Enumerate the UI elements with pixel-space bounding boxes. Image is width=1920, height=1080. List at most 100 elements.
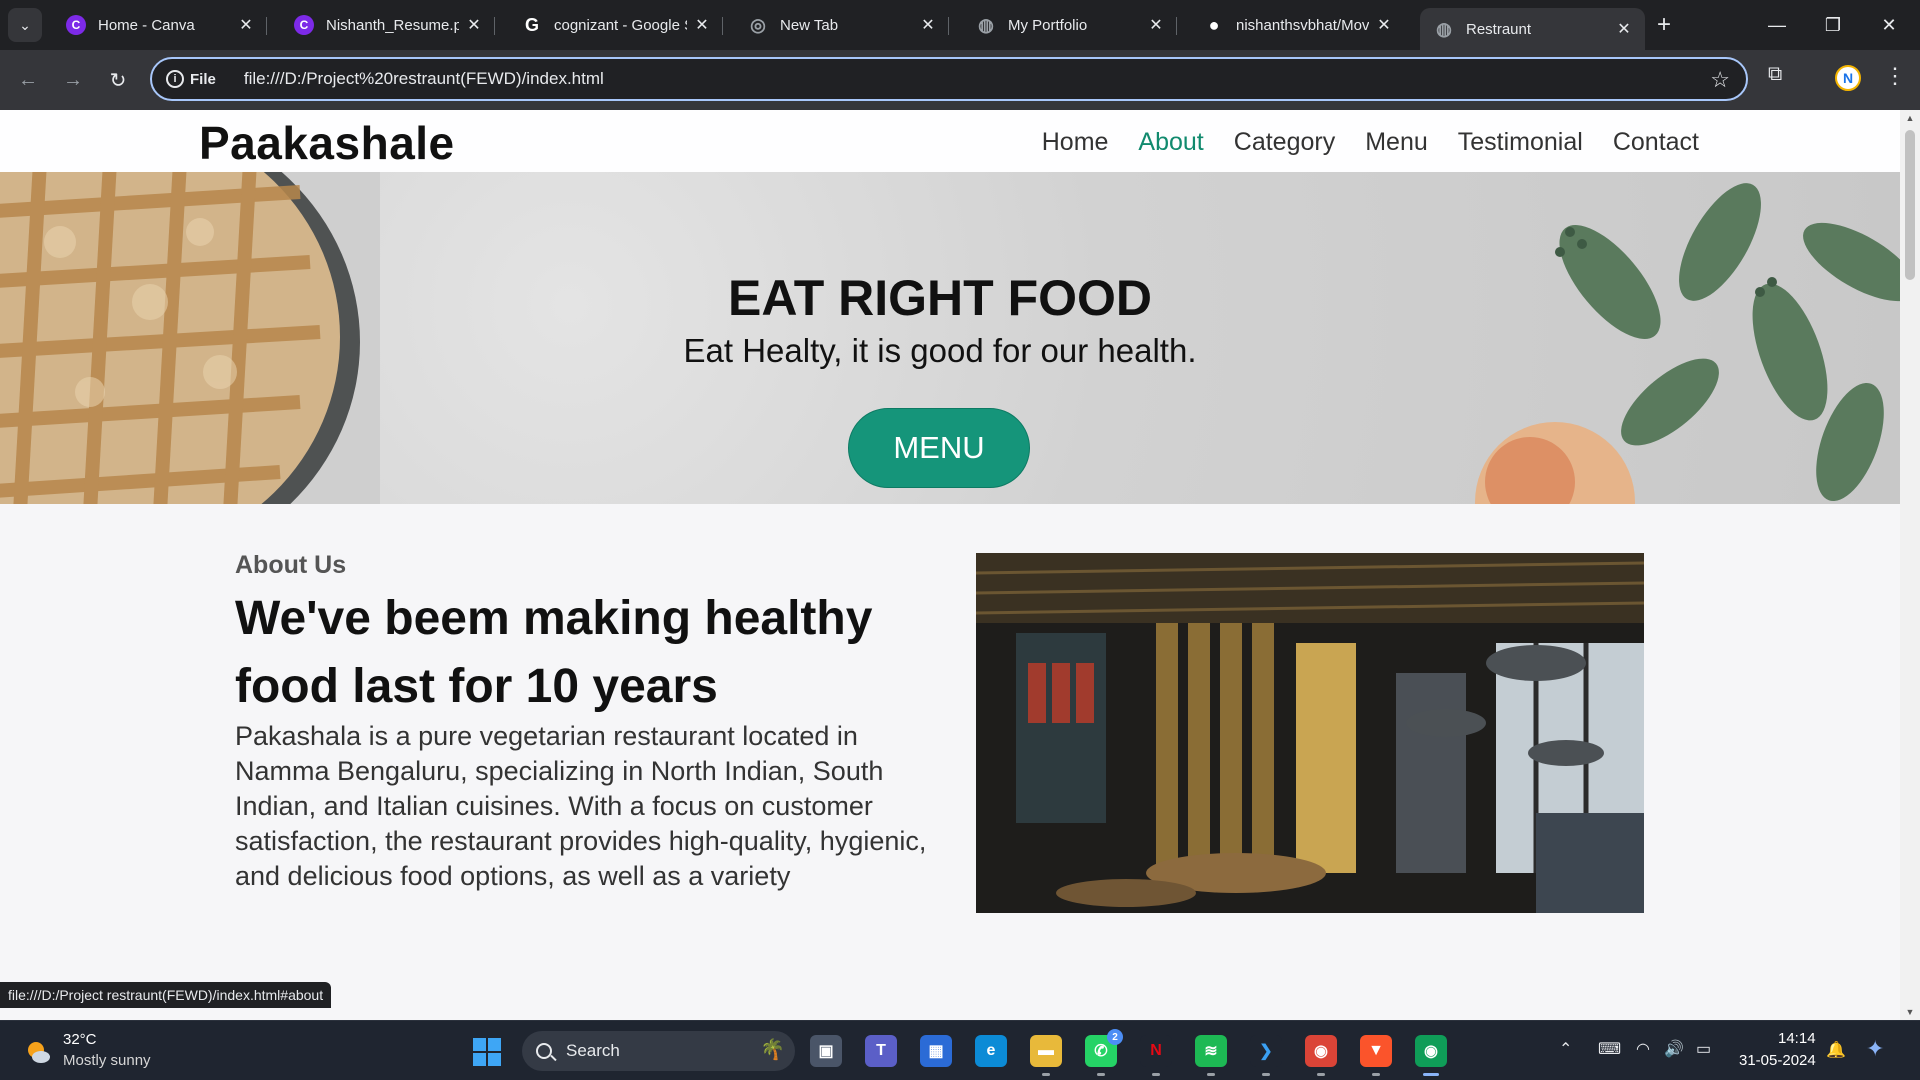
clock-time[interactable]: 14:14 (1778, 1030, 1816, 1047)
app-glyph: T (876, 1042, 886, 1059)
running-indicator (1207, 1073, 1215, 1076)
minimize-button[interactable]: — (1757, 10, 1797, 40)
close-tab-icon[interactable]: ✕ (1375, 15, 1393, 35)
tab-title: Nishanth_Resume.pdf (326, 16, 459, 34)
site-logo[interactable]: Paakashale (199, 116, 455, 170)
search-highlight-icon: 🌴 (760, 1039, 785, 1061)
globe-icon: ◍ (978, 14, 994, 35)
browser-tab[interactable]: C Nishanth_Resume.pdf ✕ (280, 8, 495, 42)
app-glyph: ▦ (928, 1043, 944, 1060)
tab-separator (948, 17, 949, 35)
vscode-icon[interactable]: ❯ (1250, 1035, 1282, 1076)
restaurant-interior-image (976, 553, 1644, 913)
new-tab-button[interactable]: + (1650, 11, 1678, 39)
windows-start-icon[interactable] (472, 1037, 502, 1067)
hero-banner: EAT RIGHT FOOD Eat Healty, it is good fo… (0, 172, 1900, 504)
clock-date[interactable]: 31-05-2024 (1739, 1052, 1816, 1069)
nav-link-home[interactable]: Home (1042, 128, 1109, 157)
store-icon[interactable]: ▦ (920, 1035, 952, 1067)
app-glyph: ▣ (818, 1043, 834, 1060)
app-glyph: e (986, 1042, 996, 1059)
wifi-icon[interactable]: ◠ (1636, 1039, 1650, 1059)
nav-link-contact[interactable]: Contact (1613, 128, 1699, 157)
volume-icon[interactable]: 🔊 (1664, 1039, 1684, 1059)
bookmark-star-icon[interactable]: ☆ (1710, 67, 1730, 93)
nav-link-category[interactable]: Category (1234, 128, 1335, 157)
about-paragraph: Pakashala is a pure vegetarian restauran… (235, 721, 927, 891)
chrome-profile-icon[interactable]: ◉ (1415, 1035, 1447, 1076)
edge-icon[interactable]: e (975, 1035, 1007, 1067)
tray-overflow-chevron-icon[interactable]: ⌃ (1559, 1039, 1572, 1059)
browser-tab[interactable]: Gcognizant - Google Search ✕ (508, 8, 723, 42)
scroll-up-arrow-icon[interactable]: ▲ (1905, 113, 1915, 123)
address-bar[interactable]: i File file:///D:/Project%20restraunt(FE… (150, 57, 1748, 101)
page-viewport: Paakashale Home About Category Menu Testimon… (0, 110, 1900, 1020)
copilot-icon[interactable]: ✦ (1866, 1036, 1884, 1062)
scroll-down-arrow-icon[interactable]: ▼ (1905, 1007, 1915, 1017)
browser-tab[interactable]: ● nishanthsvbhat/Movie ✕ (1190, 8, 1405, 42)
hero-menu-button[interactable]: MENU (848, 408, 1030, 488)
running-indicator (1152, 1073, 1160, 1076)
profile-avatar[interactable]: N (1835, 65, 1861, 91)
google-icon: G (524, 14, 539, 35)
close-tab-icon[interactable]: ✕ (919, 15, 937, 35)
whatsapp-icon[interactable]: ✆ 2 (1085, 1029, 1123, 1076)
close-tab-icon[interactable]: ✕ (1615, 19, 1633, 39)
running-indicator (1372, 1073, 1380, 1076)
running-indicator (1317, 1073, 1325, 1076)
forward-button[interactable]: → (58, 65, 88, 95)
notification-bell-icon[interactable]: 🔔 (1826, 1040, 1846, 1060)
teams-icon[interactable]: T (865, 1035, 897, 1067)
restore-button[interactable]: ❐ (1813, 10, 1853, 40)
app-glyph: ✆ (1094, 1043, 1108, 1060)
link-status-bubble: file:///D:/Project restraunt(FEWD)/index… (0, 982, 332, 1008)
back-button[interactable]: ← (13, 65, 43, 95)
browser-tab[interactable]: C Home - Canva ✕ (52, 8, 267, 42)
extensions-icon[interactable]: ⧉ (1768, 63, 1782, 86)
about-heading: We've beem making healthy food last for … (235, 592, 873, 713)
netflix-icon[interactable]: N (1140, 1035, 1172, 1076)
weather-sun-icon[interactable] (24, 1038, 52, 1066)
tab-title: cognizant - Google Search (554, 16, 687, 34)
url-text[interactable]: file:///D:/Project%20restraunt(FEWD)/ind… (244, 69, 604, 89)
tab-title: Restraunt (1466, 20, 1532, 38)
app-glyph: ≋ (1204, 1043, 1218, 1060)
app-glyph: N (1150, 1042, 1162, 1059)
browser-tab[interactable]: ◍ Restraunt ✕ (1420, 8, 1645, 50)
tab-title: New Tab (780, 16, 839, 34)
brave-icon[interactable]: ▼ (1360, 1035, 1392, 1076)
battery-icon[interactable]: ▭ (1696, 1039, 1711, 1059)
taskbar-search-label: Search (566, 1041, 620, 1060)
tab-title: Home - Canva (98, 16, 195, 34)
close-tab-icon[interactable]: ✕ (693, 15, 711, 35)
keyboard-icon[interactable]: ⌨ (1598, 1039, 1621, 1059)
task-view-icon[interactable]: ▣ (810, 1035, 842, 1067)
taskbar-search-box[interactable]: Search 🌴 (522, 1031, 795, 1071)
close-window-button[interactable]: ✕ (1869, 10, 1909, 40)
page-scrollbar[interactable]: ▲ ▼ (1900, 110, 1920, 1020)
windows-taskbar: 32°C Mostly sunny Search 🌴 ▣ T ▦ e ▬ ✆ 2 N ≋ ❯ ◉ ▼ ◉… (0, 1020, 1920, 1080)
browser-tab[interactable]: ◎ New Tab ✕ (734, 8, 949, 42)
hero-title: EAT RIGHT FOOD (727, 270, 1153, 326)
main-nav: Home About Category Menu Testimonial Contact (1042, 128, 1699, 157)
running-indicator (1097, 1073, 1105, 1076)
nav-link-menu[interactable]: Menu (1365, 128, 1428, 157)
more-menu-icon[interactable]: ⋮ (1884, 63, 1906, 89)
canva-icon: C (294, 15, 314, 35)
close-tab-icon[interactable]: ✕ (465, 15, 483, 35)
nav-link-testimonial[interactable]: Testimonial (1458, 128, 1583, 157)
chrome-icon[interactable]: ◉ (1305, 1035, 1337, 1076)
reload-button[interactable]: ↻ (103, 65, 133, 95)
browser-tab[interactable]: ◍ My Portfolio ✕ (962, 8, 1177, 42)
spotify-icon[interactable]: ≋ (1195, 1035, 1227, 1076)
weather-description[interactable]: Mostly sunny (63, 1052, 151, 1069)
file-explorer-icon[interactable]: ▬ (1030, 1035, 1062, 1076)
scroll-thumb[interactable] (1905, 130, 1915, 280)
close-tab-icon[interactable]: ✕ (237, 15, 255, 35)
app-glyph: ▼ (1368, 1042, 1384, 1059)
weather-temperature[interactable]: 32°C (63, 1031, 97, 1048)
close-tab-icon[interactable]: ✕ (1147, 15, 1165, 35)
tab-search-button[interactable]: ⌄ (8, 8, 42, 42)
site-info-icon[interactable]: i (166, 70, 184, 88)
nav-link-about[interactable]: About (1138, 128, 1203, 157)
